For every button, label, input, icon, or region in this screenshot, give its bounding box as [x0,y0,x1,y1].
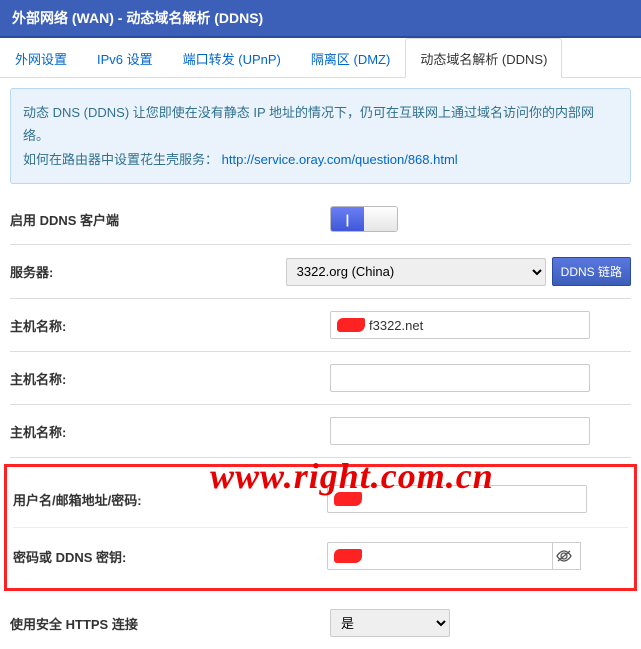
select-https[interactable]: 是 [330,609,450,637]
label-user: 用户名/邮箱地址/密码: [13,490,327,509]
tab-dmz[interactable]: 隔离区 (DMZ) [296,38,405,78]
redact-mark [337,318,365,332]
row-server: 服务器: 3322.org (China) DDNS 链路 [10,245,631,299]
row-host1: 主机名称: f3322.net [10,299,631,352]
toggle-enable[interactable]: | [330,206,398,232]
eye-icon[interactable] [547,542,581,570]
tab-wan[interactable]: 外网设置 [0,38,82,78]
visibility-icon [555,549,573,563]
label-server: 服务器: [10,262,286,281]
row-host2: 主机名称: [10,352,631,405]
toggle-off [364,207,397,231]
row-enable: 启用 DDNS 客户端 | [10,194,631,245]
info-box: 动态 DNS (DDNS) 让您即使在没有静态 IP 地址的情况下，仍可在互联网… [10,88,631,184]
host1-input[interactable]: f3322.net [330,311,590,339]
host2-input[interactable] [330,364,590,392]
tab-ddns[interactable]: 动态域名解析 (DDNS) [405,38,562,78]
info-howto: 如何在路由器中设置花生壳服务： http://service.oray.com/… [23,148,618,171]
ddns-link-button[interactable]: DDNS 链路 [552,257,631,286]
tab-ipv6[interactable]: IPv6 设置 [82,38,168,78]
tab-upnp[interactable]: 端口转发 (UPnP) [168,38,296,78]
select-server[interactable]: 3322.org (China) [286,258,546,286]
info-link[interactable]: http://service.oray.com/question/868.htm… [222,152,458,167]
user-input[interactable] [327,485,587,513]
redact-mark [334,549,362,563]
label-pass: 密码或 DDNS 密钥: [13,547,327,566]
pass-input[interactable] [327,542,553,570]
label-host2: 主机名称: [10,369,330,388]
host1-value: f3322.net [369,318,423,333]
page-header: 外部网络 (WAN) - 动态域名解析 (DDNS) [0,0,641,38]
row-https: 使用安全 HTTPS 连接 是 [10,597,631,649]
row-user: 用户名/邮箱地址/密码: [13,471,628,527]
label-enable: 启用 DDNS 客户端 [10,210,330,229]
redact-mark [334,492,362,506]
highlight-box: 用户名/邮箱地址/密码: 密码或 DDNS 密钥: [4,464,637,591]
label-host1: 主机名称: [10,316,330,335]
label-host3: 主机名称: [10,422,330,441]
toggle-on: | [331,207,364,231]
form-rows: 启用 DDNS 客户端 | 服务器: 3322.org (China) DDNS… [10,194,631,458]
info-prefix: 如何在路由器中设置花生壳服务： [23,152,218,167]
label-https: 使用安全 HTTPS 连接 [10,614,330,633]
row-host3: 主机名称: [10,405,631,458]
host3-input[interactable] [330,417,590,445]
form-rows2: 使用安全 HTTPS 连接 是 [10,597,631,649]
info-text: 动态 DNS (DDNS) 让您即使在没有静态 IP 地址的情况下，仍可在互联网… [23,101,618,148]
row-pass: 密码或 DDNS 密钥: [13,527,628,584]
tab-bar: 外网设置 IPv6 设置 端口转发 (UPnP) 隔离区 (DMZ) 动态域名解… [0,38,641,78]
